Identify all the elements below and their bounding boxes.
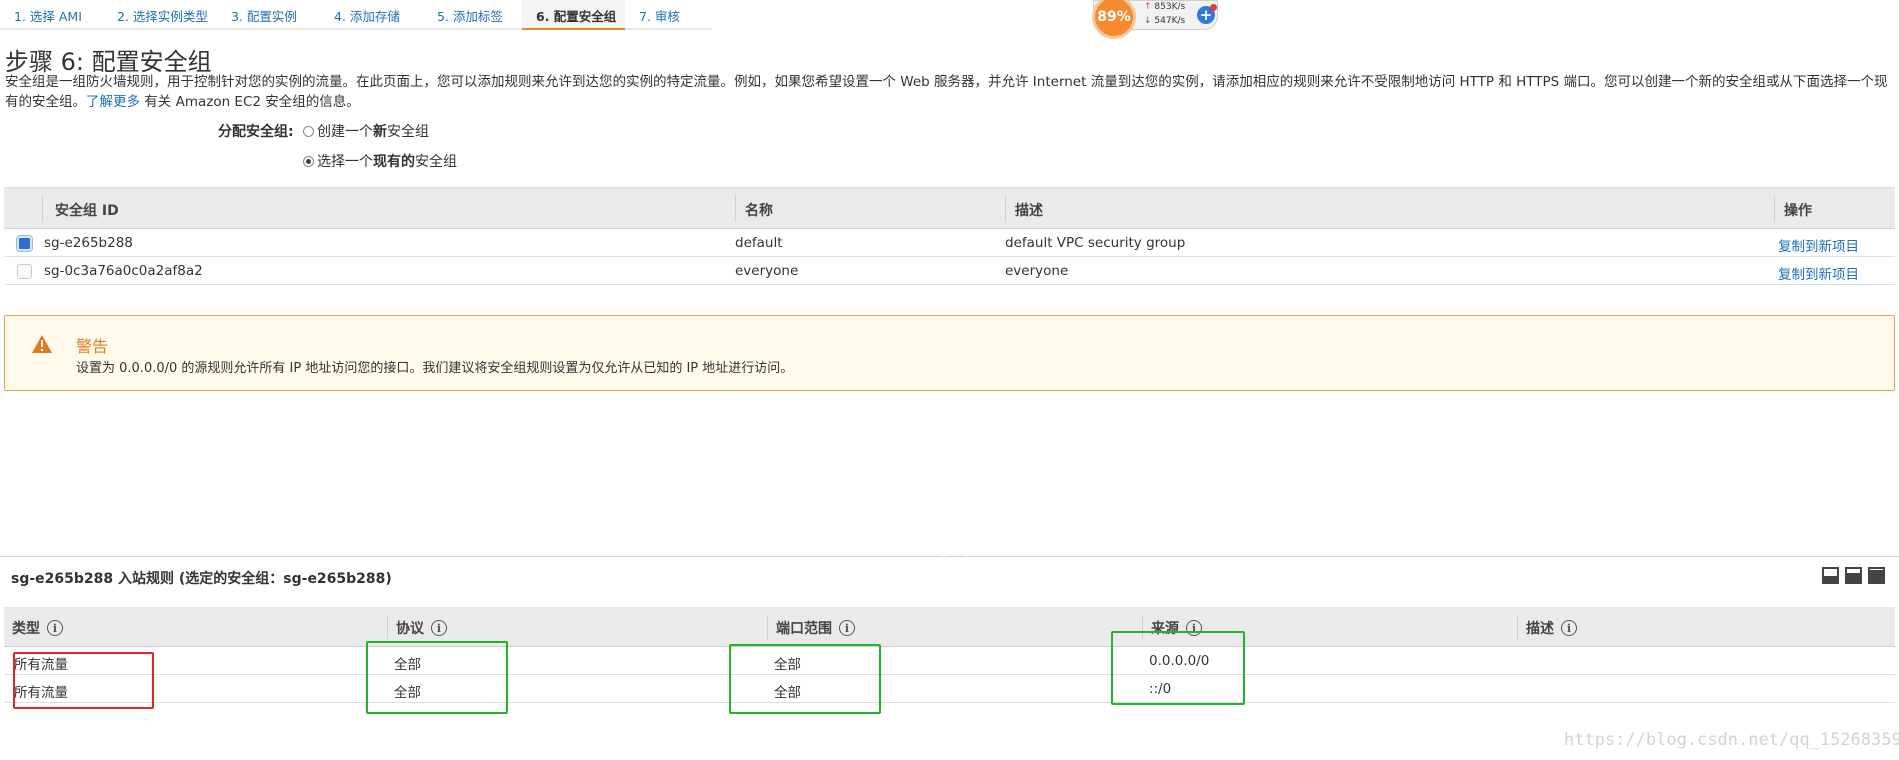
info-icon[interactable]: i [431, 620, 447, 636]
intro-text: 安全组是一组防火墙规则，用于控制针对您的实例的流量。在此页面上，您可以添加规则来… [5, 74, 1888, 110]
copy-to-new-link[interactable]: 复制到新项目 [1778, 263, 1859, 283]
down-arrow-icon: ↓ [1144, 16, 1152, 26]
notification-dot [1210, 4, 1217, 11]
upload-speed: ↑ 853K/s [1144, 2, 1186, 12]
resize-handle-icon[interactable]: ˘ ˘ ˘ [936, 556, 965, 566]
row-checkbox-checked[interactable] [17, 236, 32, 251]
info-icon[interactable]: i [839, 620, 855, 636]
up-arrow-icon: ↑ [1144, 2, 1152, 12]
column-header-port-range: 端口范围 i [776, 618, 855, 638]
highlight-box-source [1111, 631, 1245, 705]
radio-button[interactable] [303, 125, 314, 137]
radio-select-existing-sg[interactable]: 选择一个 现有的 安全组 [303, 151, 457, 171]
radio-button-selected[interactable] [303, 155, 314, 167]
sg-name: everyone [735, 263, 799, 279]
inbound-rules-table: 类型 i 协议 i 端口范围 i 来源 i 描述 i 所有流量 全部 全部 0.0.0.0… [4, 607, 1895, 703]
cpu-usage-indicator: 89% [1092, 0, 1136, 39]
network-speed-widget: 89% ↑ 853K/s ↓ 547K/s + [1092, 0, 1218, 39]
column-header-actions: 操作 [1784, 203, 1812, 219]
panel-layout-controls [1822, 567, 1885, 584]
watermark: https://blog.csdn.net/qq_15268359 [1564, 730, 1899, 750]
step-configure-security-group[interactable]: 6. 配置安全组 [522, 0, 625, 30]
warning-triangle-icon [32, 335, 52, 353]
warning-text: 设置为 0.0.0.0/0 的源规则允许所有 IP 地址访问您的接口。我们建议将… [76, 361, 794, 376]
sg-id: sg-0c3a76a0c0a2af8a2 [44, 263, 203, 279]
highlight-box-type [13, 652, 154, 709]
wizard-steps: 1. 选择 AMI 2. 选择实例类型 3. 配置实例 4. 添加存储 5. 添… [0, 0, 712, 30]
highlight-box-protocol [366, 641, 508, 714]
security-group-table: 安全组 ID 名称 描述 操作 sg-e265b288 default defa… [4, 187, 1895, 285]
warning-alert: 警告 设置为 0.0.0.0/0 的源规则允许所有 IP 地址访问您的接口。我们… [4, 315, 1895, 391]
step-review[interactable]: 7. 审核 [625, 0, 712, 30]
warning-title: 警告 [76, 337, 109, 356]
layout-medium-icon[interactable] [1845, 567, 1862, 584]
highlight-box-port-range [729, 644, 881, 714]
step-configure-instance[interactable]: 3. 配置实例 [217, 0, 320, 30]
column-header-type: 类型 i [12, 618, 63, 638]
table-row[interactable]: sg-e265b288 default default VPC security… [4, 229, 1895, 257]
layout-large-icon[interactable] [1868, 567, 1885, 584]
column-header-protocol: 协议 i [396, 618, 447, 638]
column-header-name[interactable]: 名称 [745, 200, 773, 220]
radio-create-new-sg[interactable]: 创建一个新安全组 [303, 121, 429, 141]
add-icon[interactable]: + [1197, 4, 1217, 24]
step-choose-ami[interactable]: 1. 选择 AMI [0, 0, 103, 30]
column-header-sg-id[interactable]: 安全组 ID [55, 200, 119, 220]
info-icon[interactable]: i [1561, 620, 1577, 636]
sg-id: sg-e265b288 [44, 235, 133, 251]
table-row[interactable]: sg-0c3a76a0c0a2af8a2 everyone everyone 复… [4, 257, 1895, 285]
sg-name: default [735, 235, 783, 251]
sg-description: default VPC security group [1005, 235, 1186, 251]
copy-to-new-link[interactable]: 复制到新项目 [1778, 235, 1859, 255]
inbound-rules-title: sg-e265b288 入站规则 (选定的安全组：sg-e265b288) [11, 571, 392, 587]
learn-more-link[interactable]: 了解更多 [86, 94, 140, 110]
table-row: 所有流量 全部 全部 ::/0 [4, 675, 1895, 703]
download-speed: ↓ 547K/s [1144, 16, 1186, 26]
assign-security-group-label: 分配安全组: [218, 124, 294, 140]
step-add-storage[interactable]: 4. 添加存储 [320, 0, 423, 30]
layout-small-icon[interactable] [1822, 567, 1839, 584]
column-header-description: 描述 i [1526, 618, 1577, 638]
step-add-tags[interactable]: 5. 添加标签 [423, 0, 522, 30]
column-header-description[interactable]: 描述 [1015, 200, 1043, 220]
step-choose-instance-type[interactable]: 2. 选择实例类型 [103, 0, 217, 30]
row-checkbox[interactable] [17, 264, 32, 279]
sg-description: everyone [1005, 263, 1069, 279]
info-icon[interactable]: i [47, 620, 63, 636]
table-row: 所有流量 全部 全部 0.0.0.0/0 [4, 647, 1895, 675]
table-header: 类型 i 协议 i 端口范围 i 来源 i 描述 i [4, 607, 1895, 647]
table-header: 安全组 ID 名称 描述 操作 [4, 187, 1895, 229]
